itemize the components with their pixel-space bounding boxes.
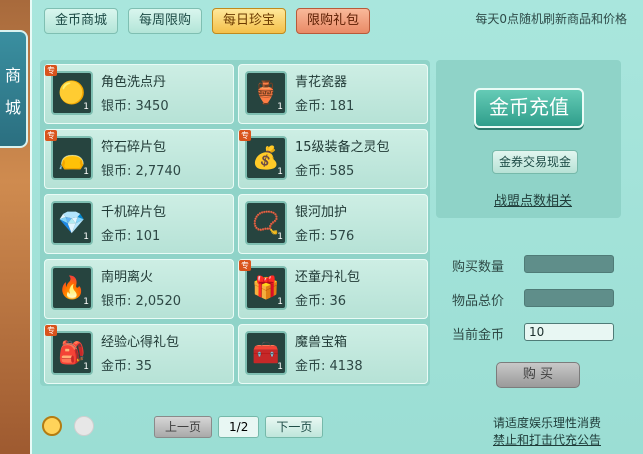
item-name: 15级装备之灵包	[295, 140, 390, 155]
mall-side-tab[interactable]: 商 城	[0, 30, 28, 148]
quantity-row: 购买数量	[452, 250, 622, 284]
next-page-button[interactable]: 下一页	[265, 416, 324, 438]
gold-recharge-button[interactable]: 金币充值	[474, 88, 584, 128]
item-card[interactable]: 💎 1 千机碎片包 金币: 101	[44, 194, 234, 254]
magnify-icon[interactable]	[42, 416, 62, 436]
item-price: 金币: 585	[295, 164, 355, 179]
shop-panel: 金币商城 每周限购 每日珍宝 限购礼包 每天0点随机刷新商品和价格 🟡 1 专 角…	[30, 0, 643, 454]
item-qty: 1	[83, 167, 89, 177]
tab-weekly-limit[interactable]: 每周限购	[128, 8, 203, 34]
item-name: 魔兽宝箱	[295, 335, 348, 350]
item-price: 金币: 576	[295, 229, 355, 244]
item-name: 千机碎片包	[101, 205, 167, 220]
prev-page-button[interactable]: 上一页	[154, 416, 213, 438]
bottom-icons	[42, 416, 94, 436]
side-tab-char-1: 商	[4, 66, 21, 85]
item-name: 南明离火	[101, 270, 154, 285]
fire-ring-icon: 🔥 1	[51, 266, 93, 310]
item-name: 经验心得礼包	[101, 335, 180, 350]
equipment-spirit-bag-icon: 💰 1	[245, 136, 287, 180]
tab-bar: 金币商城 每周限购 每日珍宝 限购礼包	[44, 8, 371, 34]
item-name: 青花瓷器	[295, 75, 348, 90]
item-price: 金币: 36	[295, 294, 347, 309]
tab-gold-mall[interactable]: 金币商城	[44, 8, 119, 34]
voucher-exchange-button[interactable]: 金券交易现金	[492, 150, 578, 174]
galaxy-necklace-icon: 📿 1	[245, 201, 287, 245]
item-qty: 1	[277, 167, 283, 177]
item-card[interactable]: 🎒 1 专 经验心得礼包 金币: 35	[44, 324, 234, 384]
item-price: 金币: 181	[295, 99, 355, 114]
item-name: 符石碎片包	[101, 140, 167, 155]
item-qty: 1	[83, 362, 89, 372]
item-card[interactable]: 💰 1 专 15级装备之灵包 金币: 585	[238, 129, 428, 189]
item-grid: 🟡 1 专 角色洗点丹 银币: 3450 🏺 1 青花瓷器 金币: 181 👝 1 专…	[40, 60, 430, 386]
total-price-row: 物品总价	[452, 284, 622, 318]
side-tab-char-2: 城	[4, 98, 21, 117]
item-qty: 1	[83, 232, 89, 242]
exclusive-tag: 专	[239, 130, 251, 141]
moderate-play-notice: 请适度娱乐理性消费	[492, 416, 601, 430]
item-price: 银币: 3450	[101, 99, 169, 114]
porcelain-vase-icon: 🏺 1	[245, 71, 287, 115]
exclusive-tag: 专	[45, 65, 57, 76]
treasure-chest-icon: 🧰 1	[245, 331, 287, 375]
circle-icon[interactable]	[74, 416, 94, 436]
item-name: 角色洗点丹	[101, 75, 167, 90]
tab-limited-gift[interactable]: 限购礼包	[296, 8, 371, 34]
footer-notice: 请适度娱乐理性消费 禁止和打击代充公告	[493, 414, 601, 448]
refresh-notice: 每天0点随机刷新商品和价格	[475, 12, 627, 26]
current-gold-row: 当前金币 10	[452, 318, 622, 352]
item-qty: 1	[83, 297, 89, 307]
item-card[interactable]: 🔥 1 南明离火 银币: 2,0520	[44, 259, 234, 319]
runestone-bag-icon: 👝 1	[51, 136, 93, 180]
current-gold-label: 当前金币	[452, 328, 505, 343]
item-qty: 1	[277, 102, 283, 112]
item-card[interactable]: 🟡 1 专 角色洗点丹 银币: 3450	[44, 64, 234, 124]
dan-pill-icon: 🟡 1	[51, 71, 93, 115]
tab-daily-treasure[interactable]: 每日珍宝	[212, 8, 287, 34]
item-name: 还童丹礼包	[295, 270, 361, 285]
item-card[interactable]: 🧰 1 魔兽宝箱 金币: 4138	[238, 324, 428, 384]
item-qty: 1	[83, 102, 89, 112]
anti-recharge-link[interactable]: 禁止和打击代充公告	[493, 431, 601, 448]
item-qty: 1	[277, 297, 283, 307]
experience-bag-icon: 🎒 1	[51, 331, 93, 375]
item-name: 银河加护	[295, 205, 348, 220]
total-price-label: 物品总价	[452, 294, 505, 309]
item-price: 金币: 35	[101, 359, 153, 374]
item-qty: 1	[277, 362, 283, 372]
item-card[interactable]: 📿 1 银河加护 金币: 576	[238, 194, 428, 254]
item-price: 银币: 2,0520	[101, 294, 181, 309]
exclusive-tag: 专	[45, 130, 57, 141]
item-card[interactable]: 🎁 1 专 还童丹礼包 金币: 36	[238, 259, 428, 319]
quantity-label: 购买数量	[452, 260, 505, 275]
total-price-field	[524, 289, 614, 307]
item-price: 金币: 4138	[295, 359, 363, 374]
recharge-section: 金币充值 金券交易现金 战盟点数相关	[436, 60, 621, 218]
exclusive-tag: 专	[45, 325, 57, 336]
rejuvenation-pill-bag-icon: 🎁 1	[245, 266, 287, 310]
pagination: 上一页 1/2 下一页	[154, 416, 324, 438]
page-indicator: 1/2	[218, 416, 260, 438]
quantity-field[interactable]	[524, 255, 614, 273]
purchase-section: 购买数量 物品总价 当前金币 10	[452, 250, 622, 352]
item-price: 银币: 2,7740	[101, 164, 181, 179]
item-qty: 1	[277, 232, 283, 242]
exclusive-tag: 专	[239, 260, 251, 271]
item-card[interactable]: 👝 1 专 符石碎片包 银币: 2,7740	[44, 129, 234, 189]
current-gold-field: 10	[524, 323, 614, 341]
item-price: 金币: 101	[101, 229, 161, 244]
buy-button[interactable]: 购 买	[496, 362, 580, 388]
alliance-points-link[interactable]: 战盟点数相关	[494, 190, 572, 209]
qianji-shard-bag-icon: 💎 1	[51, 201, 93, 245]
item-card[interactable]: 🏺 1 青花瓷器 金币: 181	[238, 64, 428, 124]
